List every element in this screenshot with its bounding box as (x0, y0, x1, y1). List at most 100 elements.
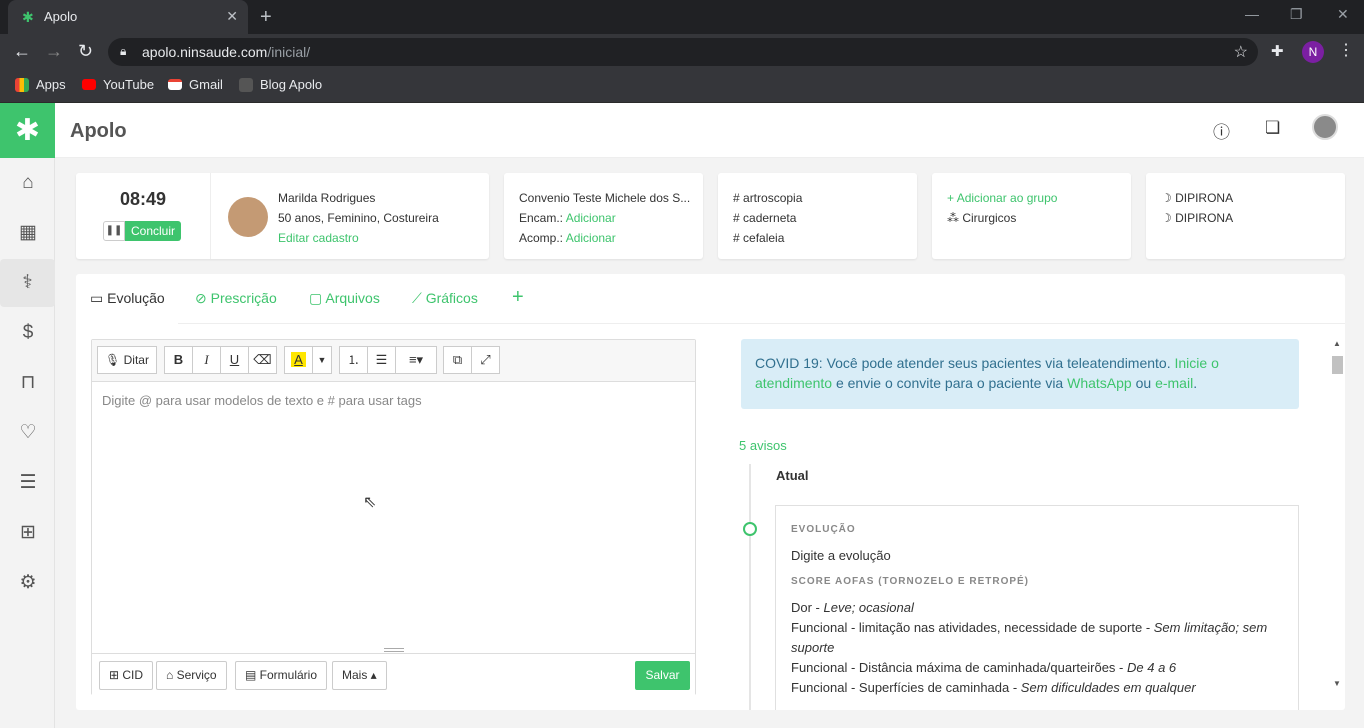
help-icon[interactable]: ⓘ (1213, 118, 1230, 143)
ordered-list-icon[interactable]: ⒈ (339, 346, 368, 374)
add-group-link[interactable]: + Adicionar ao grupo (947, 191, 1057, 205)
heart-pulse-icon[interactable]: ♡ (14, 419, 42, 447)
insurance-name: Convenio Teste Michele dos S... (519, 191, 691, 205)
edit-patient-link[interactable]: Editar cadastro (278, 231, 359, 245)
conclude-button[interactable]: Concluir (125, 221, 182, 241)
user-avatar[interactable] (1312, 114, 1338, 140)
stethoscope-icon[interactable]: ⚕ (0, 259, 55, 307)
color-dropdown-icon[interactable]: ▼ (312, 346, 332, 374)
tab-arquivos[interactable]: ▢ Arquivos (309, 290, 380, 307)
apolo-logo-icon[interactable]: ✱ (0, 103, 55, 158)
evolution-heading: EVOLUÇÃO (791, 524, 856, 535)
calendar-icon[interactable]: ▦ (14, 219, 42, 247)
close-tab-icon[interactable]: ✕ (226, 8, 238, 25)
resize-handle[interactable] (384, 648, 404, 652)
bookmark-apps[interactable]: Apps (15, 77, 66, 92)
evolution-text: Digite a evolução (791, 548, 891, 563)
timeline-scrollbar[interactable]: ▲ ▼ (1330, 339, 1345, 695)
tab-prescricao[interactable]: ⊘ Prescrição (195, 290, 277, 307)
editor-footer: ⊞ CID ⌂ Serviço ▤ Formulário Mais ▴ Salv… (92, 653, 695, 695)
eraser-icon[interactable]: ⌫ (248, 346, 277, 374)
profile-avatar[interactable]: N (1302, 41, 1324, 63)
tag-item: # caderneta (733, 211, 797, 225)
gear-icon[interactable]: ⚙ (14, 569, 42, 597)
score-item: Funcional - Distância máxima de caminhad… (791, 660, 1177, 675)
allergy-item: ☽ DIPIRONA (1161, 211, 1234, 225)
address-bar[interactable]: 🔒︎ apolo.ninsaude.com/inicial/ ☆ (108, 38, 1258, 66)
scroll-up-icon[interactable]: ▲ (1333, 339, 1341, 348)
extensions-icon[interactable]: ✚ (1271, 42, 1284, 60)
cid-button[interactable]: ⊞ CID (99, 661, 154, 690)
browser-tab[interactable]: ✱ Apolo ✕ (8, 0, 248, 34)
gmail-icon (168, 79, 182, 90)
encam-row: Encam.: Adicionar (519, 211, 616, 225)
evolution-editor: 🎙︎ Ditar B I U ⌫ A ▼ ⒈ ☰ ≡▾ ⧉ ⤢ Digite @… (91, 339, 696, 695)
bold-icon[interactable]: B (164, 346, 193, 374)
tab-title: Apolo (44, 9, 78, 24)
tab-evolucao[interactable]: ▭ Evolução (90, 290, 165, 307)
main-panel: ▭ Evolução ⊘ Prescrição ▢ Arquivos ⟋ Grá… (76, 274, 1345, 710)
underline-icon[interactable]: U (220, 346, 249, 374)
copy-format-icon[interactable]: ⧉ (443, 346, 472, 374)
tag-item: # artroscopia (733, 191, 803, 205)
editor-toolbar: 🎙︎ Ditar B I U ⌫ A ▼ ⒈ ☰ ≡▾ ⧉ ⤢ (92, 340, 695, 382)
save-button[interactable]: Salvar (635, 661, 690, 690)
timeline-node-icon (743, 522, 757, 536)
attendance-card: 08:49 ❚❚ Concluir Marilda Rodrigues 50 a… (76, 173, 489, 259)
align-dropdown-icon[interactable]: ≡▾ (395, 346, 437, 374)
app-brand: Apolo (70, 120, 127, 142)
dictate-button[interactable]: 🎙︎ Ditar (97, 346, 157, 374)
scroll-thumb[interactable] (1332, 356, 1343, 374)
allergy-item: ☽ DIPIRONA (1161, 191, 1234, 205)
close-window-icon[interactable]: ✕ (1337, 6, 1349, 23)
dashboard-icon[interactable]: ⊞ (14, 519, 42, 547)
forward-icon[interactable]: → (45, 42, 63, 60)
tab-graficos[interactable]: ⟋ Gráficos (412, 290, 478, 307)
email-link[interactable]: e-mail (1155, 375, 1193, 391)
form-button[interactable]: ▤ Formulário (235, 661, 328, 690)
covid-notice: COVID 19: Você pode atender seus pacient… (741, 339, 1299, 409)
notices-link[interactable]: 5 avisos (739, 438, 787, 453)
bag-icon[interactable]: ⊓ (14, 369, 42, 397)
score-item: Funcional - limitação nas atividades, ne… (791, 620, 1268, 655)
unordered-list-icon[interactable]: ☰ (367, 346, 396, 374)
add-acomp-link[interactable]: Adicionar (566, 231, 616, 245)
add-tab-icon[interactable]: + (512, 286, 524, 309)
restore-icon[interactable]: ❐ (1290, 6, 1303, 23)
tags-card: # artroscopia # caderneta # cefaleia (718, 173, 917, 259)
timeline-line (749, 464, 751, 710)
more-button[interactable]: Mais ▴ (332, 661, 387, 690)
whatsapp-link[interactable]: WhatsApp (1067, 375, 1132, 391)
bookmark-gmail[interactable]: Gmail (168, 77, 223, 92)
back-icon[interactable]: ← (13, 42, 31, 60)
new-tab-icon[interactable]: + (260, 6, 272, 29)
reload-icon[interactable]: ↻ (78, 42, 93, 60)
list-icon[interactable]: ☰ (14, 469, 42, 497)
italic-icon[interactable]: I (192, 346, 221, 374)
fullscreen-icon[interactable]: ⤢ (471, 346, 500, 374)
score-item: Dor - Leve; ocasional (791, 600, 914, 615)
service-button[interactable]: ⌂ Serviço (156, 661, 227, 690)
add-encam-link[interactable]: Adicionar (566, 211, 616, 225)
bookmark-star-icon[interactable]: ☆ (1234, 42, 1248, 62)
bookmark-youtube[interactable]: YouTube (82, 77, 154, 92)
lock-icon: 🔒︎ (120, 44, 127, 58)
scroll-down-icon[interactable]: ▼ (1333, 679, 1341, 688)
browser-menu-icon[interactable]: ⋮ (1338, 40, 1354, 60)
tag-item: # cefaleia (733, 231, 785, 245)
chat-icon[interactable]: ❏ (1265, 118, 1280, 138)
pause-button[interactable]: ❚❚ (103, 221, 125, 241)
attendance-timer: 08:49 (119, 189, 167, 209)
highlight-color-icon[interactable]: A (284, 346, 313, 374)
editor-input[interactable]: Digite @ para usar modelos de texto e # … (102, 393, 422, 408)
bookmarks-bar: Apps YouTube Gmail Blog Apolo (0, 70, 1364, 103)
bookmark-blog-apolo[interactable]: Blog Apolo (239, 77, 322, 92)
dollar-icon[interactable]: $ (14, 319, 42, 347)
apolo-favicon-icon: ✱ (22, 9, 34, 25)
score-heading: SCORE AOFAS (TORNOZELO E RETROPÉ) (791, 576, 1030, 587)
home-icon[interactable]: ⌂ (14, 169, 42, 197)
timer-controls: ❚❚ Concluir (103, 221, 182, 241)
patient-name: Marilda Rodrigues (278, 191, 376, 205)
minimize-icon[interactable]: — (1245, 6, 1259, 22)
app-sidebar: ✱ ⌂ ▦ ⚕ $ ⊓ ♡ ☰ ⊞ ⚙ (0, 103, 55, 728)
